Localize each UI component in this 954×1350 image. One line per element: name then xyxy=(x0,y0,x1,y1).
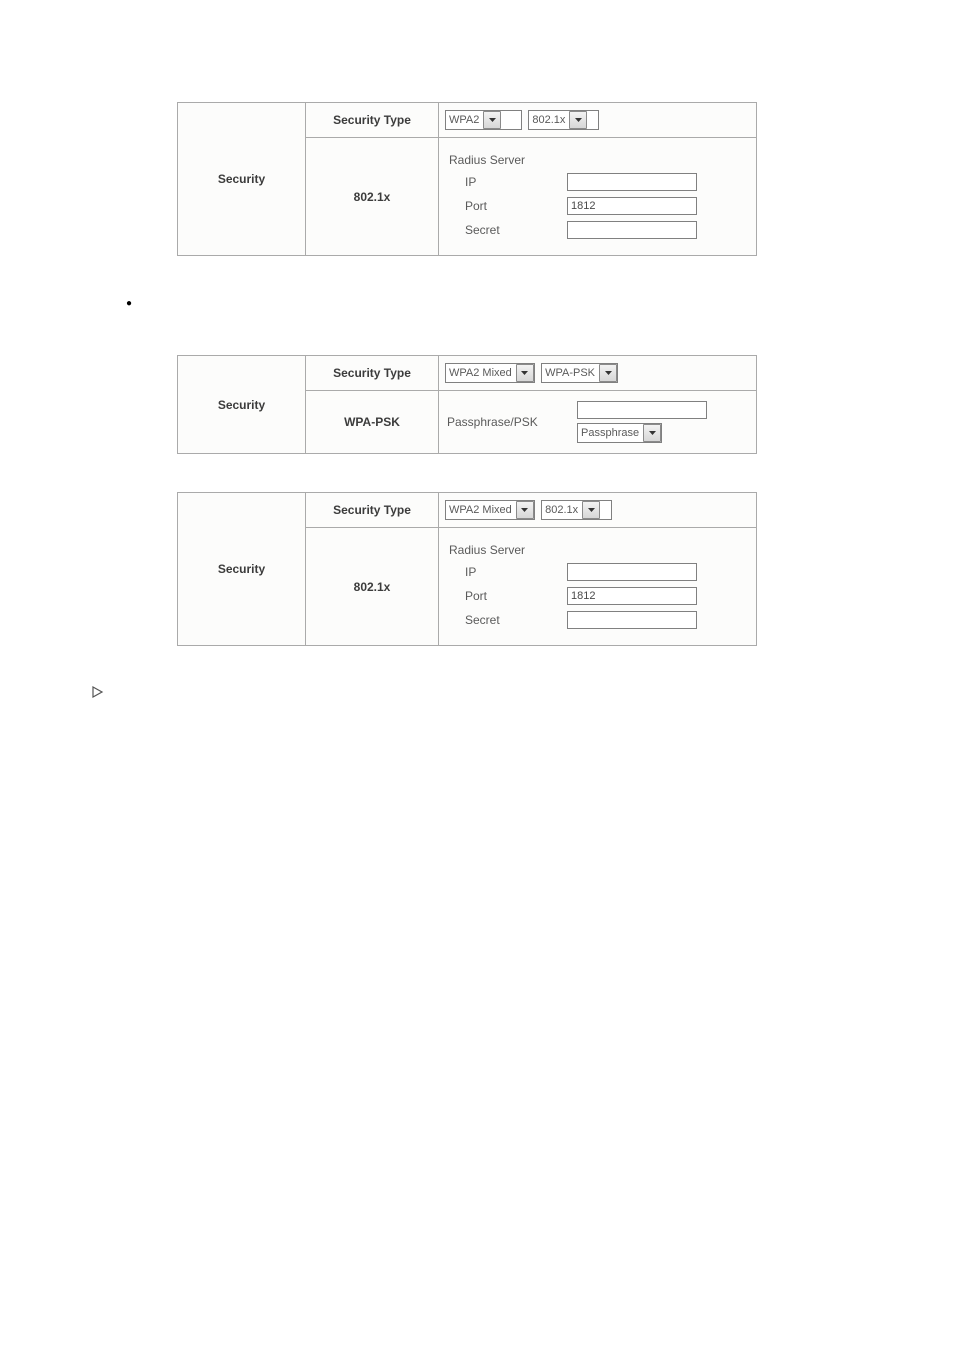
dropdown-arrow-icon xyxy=(599,364,617,382)
security-rowheader: Security xyxy=(178,493,306,646)
radius-ip-input[interactable] xyxy=(567,173,697,191)
radius-server-header: Radius Server xyxy=(447,153,707,167)
security-table-wpa2mixed-8021x: Security Security Type WPA2 Mixed 802.1x xyxy=(177,492,757,646)
security-table-wpa2-8021x: Security Security Type WPA2 802.1x xyxy=(177,102,757,256)
dropdown-arrow-icon xyxy=(516,364,534,382)
radius-ip-label: IP xyxy=(447,175,567,189)
security-type-select-1[interactable]: WPA2 xyxy=(445,110,522,130)
dropdown-arrow-icon xyxy=(569,111,587,129)
radius-port-input[interactable]: 1812 xyxy=(567,587,697,605)
security-rowheader: Security xyxy=(178,103,306,256)
security-type-select-1[interactable]: WPA2 Mixed xyxy=(445,363,535,383)
security-rowheader: Security xyxy=(178,356,306,454)
dropdown-arrow-icon xyxy=(643,424,661,442)
security-type-select-1[interactable]: WPA2 Mixed xyxy=(445,500,535,520)
chevron-right-icon xyxy=(92,686,104,698)
passphrase-input[interactable] xyxy=(577,401,707,419)
passphrase-psk-label: Passphrase/PSK xyxy=(447,415,577,429)
dropdown-arrow-icon xyxy=(483,111,501,129)
radius-secret-label: Secret xyxy=(447,613,567,627)
security-table-wpa2mixed-psk: Security Security Type WPA2 Mixed WPA-PS… xyxy=(177,355,757,454)
radius-port-label: Port xyxy=(447,199,567,213)
radius-secret-label: Secret xyxy=(447,223,567,237)
dropdown-arrow-icon xyxy=(516,501,534,519)
security-type-label: Security Type xyxy=(306,356,439,391)
auth-method-label: WPA-PSK xyxy=(306,391,439,454)
radius-port-label: Port xyxy=(447,589,567,603)
radius-ip-input[interactable] xyxy=(567,563,697,581)
dropdown-arrow-icon xyxy=(582,501,600,519)
radius-secret-input[interactable] xyxy=(567,221,697,239)
auth-method-label: 802.1x xyxy=(306,138,439,256)
security-type-select-2[interactable]: WPA-PSK xyxy=(541,363,618,383)
radius-secret-input[interactable] xyxy=(567,611,697,629)
security-type-label: Security Type xyxy=(306,103,439,138)
radius-ip-label: IP xyxy=(447,565,567,579)
security-type-label: Security Type xyxy=(306,493,439,528)
radius-port-input[interactable]: 1812 xyxy=(567,197,697,215)
security-type-select-2[interactable]: 802.1x xyxy=(528,110,599,130)
security-type-select-2[interactable]: 802.1x xyxy=(541,500,612,520)
auth-method-label: 802.1x xyxy=(306,528,439,646)
passphrase-format-select[interactable]: Passphrase xyxy=(577,423,662,443)
bullet-icon: ● xyxy=(126,298,132,309)
radius-server-header: Radius Server xyxy=(447,543,707,557)
